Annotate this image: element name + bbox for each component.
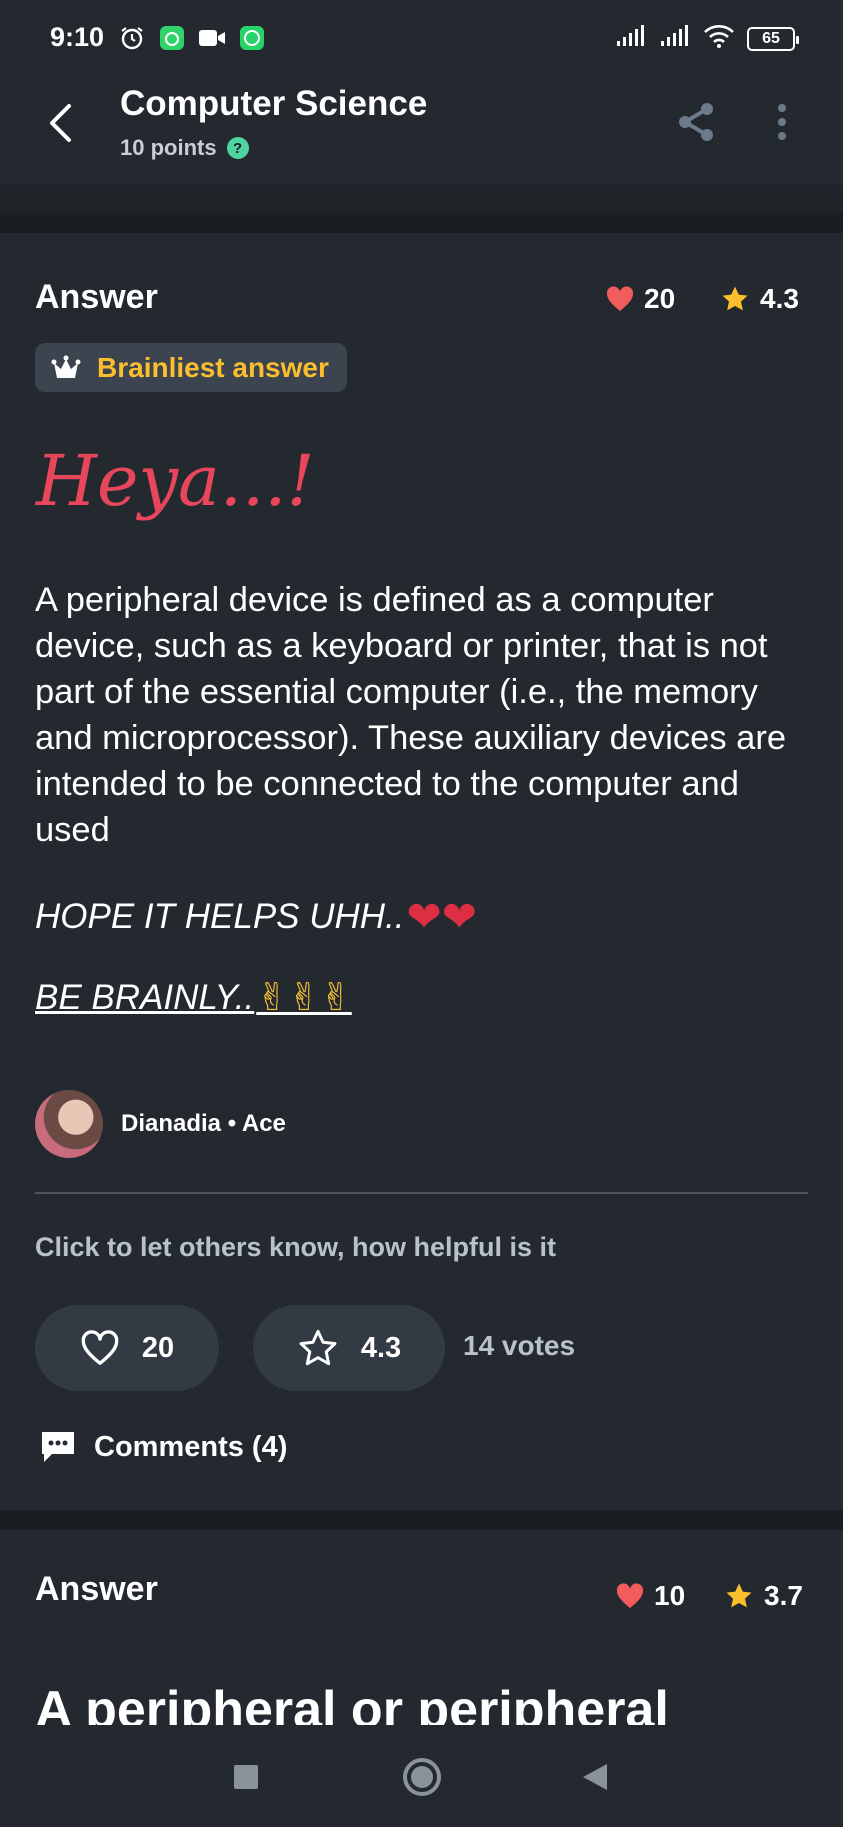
points-label: 10 points ? (120, 135, 249, 161)
app-icon (158, 24, 186, 52)
rate-button[interactable]: 4.3 (253, 1305, 445, 1391)
signal-icon (615, 25, 647, 52)
alarm-icon (118, 24, 146, 52)
author-info[interactable]: Dianadia • Ace (35, 1090, 286, 1158)
header-divider (0, 183, 843, 213)
star-outline-icon (299, 1329, 337, 1366)
likes-count: 10 (616, 1580, 685, 1612)
signal-icon (659, 25, 691, 52)
crown-icon (51, 355, 81, 378)
answer-body: A peripheral device is defined as a comp… (35, 581, 787, 849)
votes-count: 14 votes (463, 1330, 576, 1361)
heart-emoji-icon: ❤❤ (406, 893, 477, 940)
like-button[interactable]: 20 (35, 1305, 219, 1391)
victory-hand-emoji-icon: ✌✌✌ (256, 977, 352, 1019)
help-icon[interactable]: ? (226, 137, 249, 159)
square-icon (234, 1765, 258, 1789)
recents-button[interactable] (218, 1749, 274, 1805)
status-notification-icons (118, 24, 266, 52)
more-options-button[interactable] (766, 98, 798, 146)
home-button[interactable] (394, 1749, 450, 1805)
rating-value: 3.7 (724, 1580, 803, 1612)
answer-label: Answer (35, 1570, 158, 1608)
helpful-prompt: Click to let others know, how helpful is… (35, 1232, 557, 1262)
page-title: Computer Science (120, 84, 428, 123)
system-nav-bar (0, 1725, 843, 1827)
heart-icon (606, 286, 634, 311)
heart-outline-icon (81, 1330, 119, 1365)
back-nav-button[interactable] (567, 1749, 623, 1805)
avatar[interactable] (35, 1090, 103, 1158)
back-button[interactable] (38, 96, 82, 150)
points-text: 10 points (120, 135, 217, 160)
rating-value: 4.3 (720, 283, 799, 315)
more-vertical-icon (778, 104, 786, 140)
star-icon (722, 286, 748, 311)
section-separator (0, 1510, 843, 1530)
status-bar: 9:10 65 (0, 0, 843, 78)
heart-icon (616, 1583, 644, 1608)
comment-icon (42, 1432, 74, 1462)
comments-button[interactable]: Comments (4) (40, 1430, 287, 1464)
brainliest-badge: Brainliest answer (35, 343, 347, 392)
section-separator (0, 213, 843, 233)
share-icon (679, 103, 713, 141)
circle-icon (403, 1758, 441, 1796)
share-button[interactable] (672, 98, 720, 146)
brainly-line: BE BRAINLY.. ✌✌✌ (35, 977, 352, 1019)
video-icon (198, 24, 226, 52)
answer-label: Answer (35, 278, 158, 316)
hope-line: HOPE IT HELPS UHH.. ❤❤ (35, 893, 477, 940)
app-header: Computer Science 10 points ? (0, 78, 843, 183)
star-icon (726, 1583, 752, 1608)
divider (35, 1192, 808, 1194)
wifi-icon (703, 24, 735, 53)
author-name[interactable]: Dianadia • Ace (121, 1110, 286, 1138)
triangle-back-icon (583, 1764, 607, 1790)
battery-icon: 65 (747, 26, 799, 51)
chevron-left-icon (50, 104, 71, 142)
answer-heading: Heya...! (36, 440, 315, 522)
whatsapp-icon (238, 24, 266, 52)
likes-count: 20 (606, 283, 675, 315)
status-system-icons: 65 (615, 24, 799, 53)
status-time: 9:10 (50, 22, 105, 52)
